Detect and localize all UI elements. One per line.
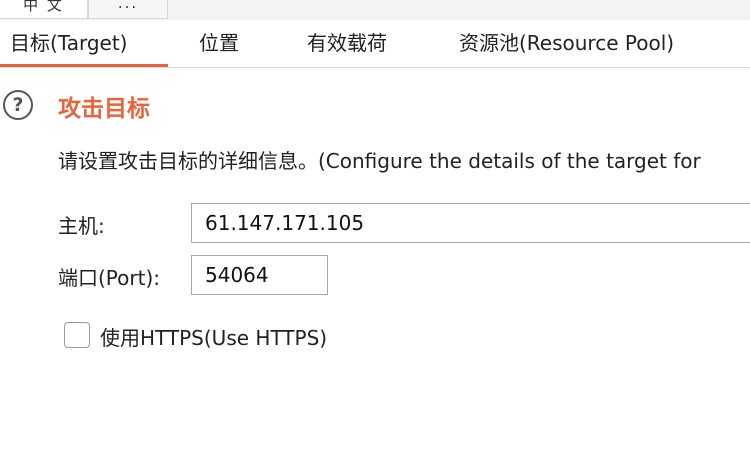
top-tab-strip: 中 文 ... <box>0 0 750 21</box>
tab-target[interactable]: 目标(Target) <box>0 20 168 67</box>
port-label: 端口(Port): <box>58 266 160 290</box>
tab-positions[interactable]: 位置 <box>199 20 239 67</box>
sub-tab-bar: 目标(Target) 位置 有效载荷 资源池(Resource Pool) <box>0 20 750 68</box>
host-label: 主机: <box>58 214 105 238</box>
question-circle-icon[interactable]: ? <box>3 90 33 120</box>
tab-resource-pool[interactable]: 资源池(Resource Pool) <box>459 20 674 67</box>
use-https-label[interactable]: 使用HTTPS(Use HTTPS) <box>100 322 327 351</box>
section-title: 攻击目标 <box>58 96 150 122</box>
use-https-checkbox[interactable] <box>64 322 90 348</box>
top-tab-1-label: 中 文 <box>23 0 64 14</box>
port-input[interactable]: 54064 <box>191 255 328 295</box>
section-description: 请设置攻击目标的详细信息。(Configure the details of t… <box>58 149 701 173</box>
host-input[interactable]: 61.147.171.105 <box>191 203 750 243</box>
top-tab-2-label: ... <box>117 0 139 12</box>
top-tab-2[interactable]: ... <box>88 0 168 19</box>
tab-payloads[interactable]: 有效载荷 <box>307 20 387 67</box>
top-tab-1[interactable]: 中 文 <box>0 0 88 19</box>
